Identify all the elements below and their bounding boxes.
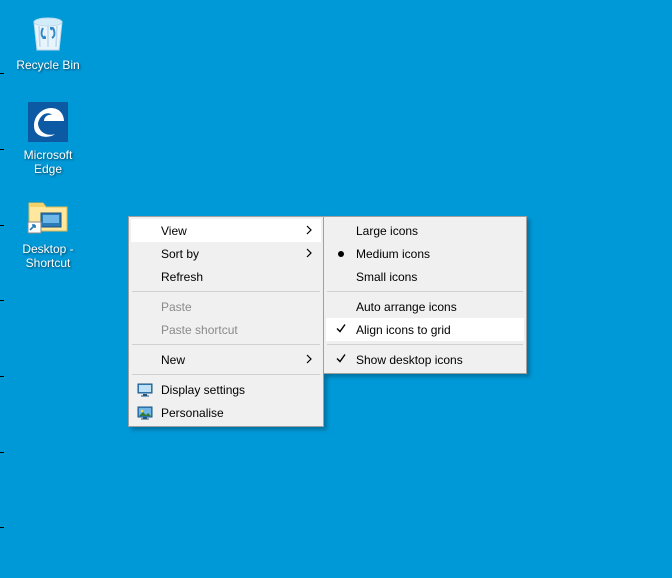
desktop-icon-desktop-shortcut[interactable]: Desktop - Shortcut (10, 192, 86, 270)
chevron-right-icon (305, 247, 313, 261)
menu-item-refresh[interactable]: Refresh (131, 265, 321, 288)
edge-icon (24, 98, 72, 146)
ruler-artifact (0, 0, 4, 578)
menu-item-paste-shortcut: Paste shortcut (131, 318, 321, 341)
menu-item-label: Sort by (161, 247, 199, 261)
menu-item-view[interactable]: View (131, 219, 321, 242)
menu-item-label: Refresh (161, 270, 203, 284)
menu-item-label: Paste shortcut (161, 323, 238, 337)
recycle-bin-icon (24, 8, 72, 56)
menu-item-large-icons[interactable]: Large icons (326, 219, 524, 242)
desktop-context-menu: View Sort by Refresh Paste Paste shortcu… (128, 216, 324, 427)
menu-item-show-desktop-icons[interactable]: Show desktop icons (326, 348, 524, 371)
desktop-icon-edge[interactable]: Microsoft Edge (10, 98, 86, 176)
menu-item-sort-by[interactable]: Sort by (131, 242, 321, 265)
menu-separator (327, 291, 523, 292)
menu-item-label: Paste (161, 300, 192, 314)
menu-item-display-settings[interactable]: Display settings (131, 378, 321, 401)
menu-item-paste: Paste (131, 295, 321, 318)
view-submenu: Large icons Medium icons Small icons Aut… (323, 216, 527, 374)
folder-shortcut-icon (24, 192, 72, 240)
menu-item-medium-icons[interactable]: Medium icons (326, 242, 524, 265)
check-icon (335, 322, 347, 337)
chevron-right-icon (305, 224, 313, 238)
desktop-icon-recycle-bin[interactable]: Recycle Bin (10, 8, 86, 72)
menu-separator (132, 374, 320, 375)
menu-item-new[interactable]: New (131, 348, 321, 371)
menu-item-label: New (161, 353, 185, 367)
display-settings-icon (136, 381, 154, 399)
menu-item-align-to-grid[interactable]: Align icons to grid (326, 318, 524, 341)
radio-selected-icon (338, 251, 344, 257)
menu-item-label: Show desktop icons (356, 353, 463, 367)
menu-item-small-icons[interactable]: Small icons (326, 265, 524, 288)
check-icon (335, 352, 347, 367)
menu-item-label: Large icons (356, 224, 418, 238)
menu-item-auto-arrange[interactable]: Auto arrange icons (326, 295, 524, 318)
menu-separator (132, 344, 320, 345)
personalise-icon (136, 404, 154, 422)
desktop-icon-label: Desktop - Shortcut (10, 242, 86, 270)
menu-separator (327, 344, 523, 345)
menu-item-label: Align icons to grid (356, 323, 451, 337)
menu-item-label: Display settings (161, 383, 245, 397)
desktop-icon-label: Recycle Bin (16, 58, 79, 72)
menu-item-label: Medium icons (356, 247, 430, 261)
menu-item-label: Personalise (161, 406, 224, 420)
desktop-icon-label: Microsoft Edge (10, 148, 86, 176)
menu-separator (132, 291, 320, 292)
menu-item-label: View (161, 224, 187, 238)
menu-item-label: Small icons (356, 270, 417, 284)
menu-item-label: Auto arrange icons (356, 300, 457, 314)
menu-item-personalise[interactable]: Personalise (131, 401, 321, 424)
chevron-right-icon (305, 353, 313, 367)
